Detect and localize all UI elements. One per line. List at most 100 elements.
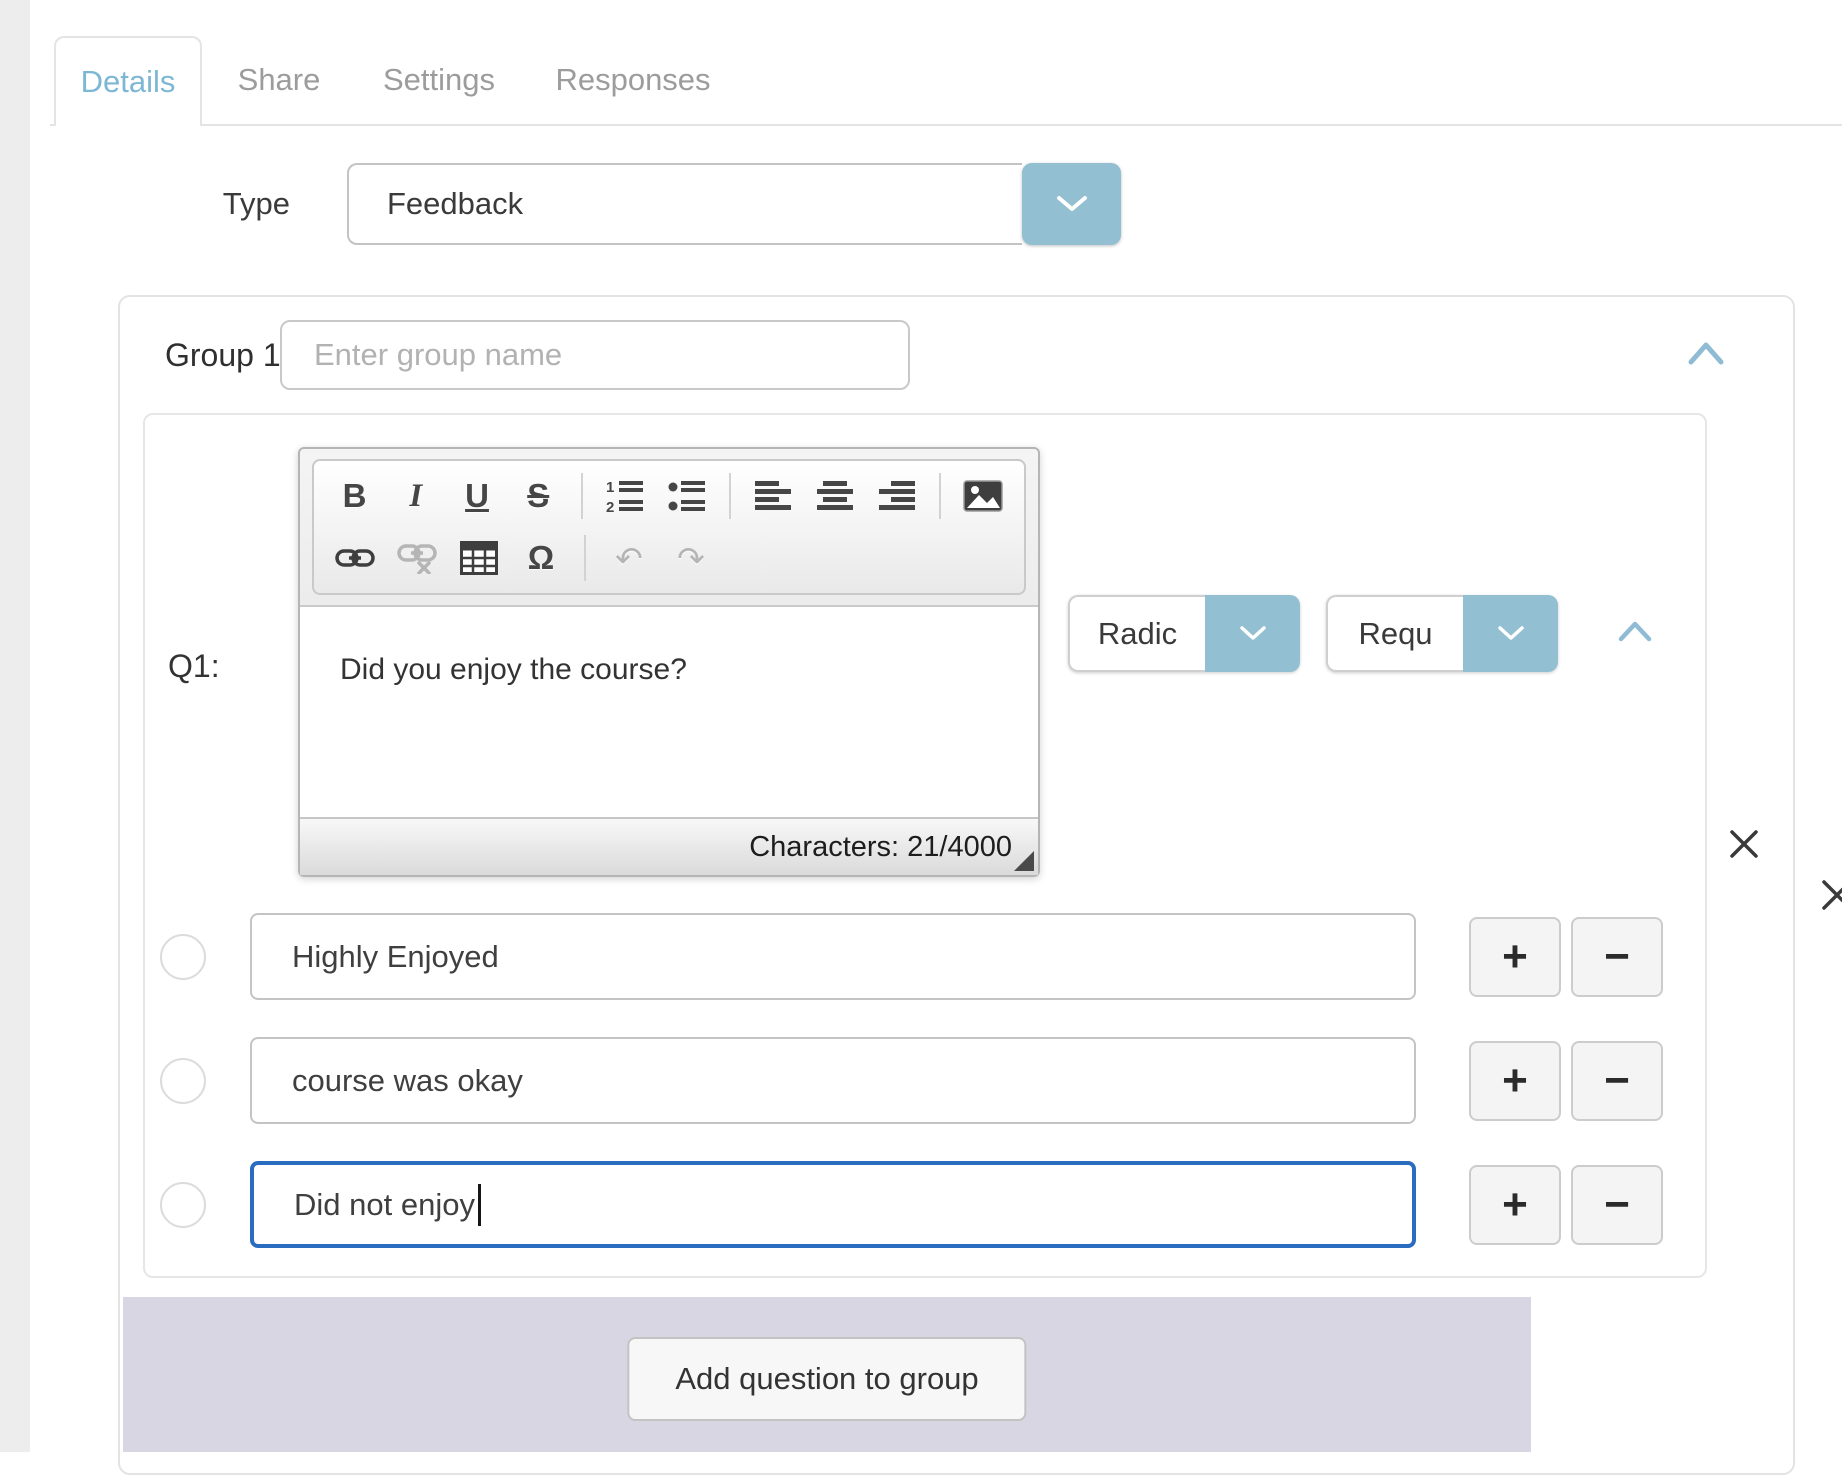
radio-button-icon[interactable] [160,934,206,980]
align-center-icon [816,480,854,512]
type-select-dropdown-button[interactable] [1022,163,1121,245]
add-question-to-group-button[interactable]: Add question to group [627,1337,1026,1421]
add-option-button[interactable]: + [1469,917,1561,997]
editor-toolbar: B I U S 1 2 [312,459,1026,595]
chevron-down-icon [1055,194,1089,214]
special-character-button[interactable]: Ω [514,530,568,586]
add-option-button[interactable]: + [1469,1041,1561,1121]
option-row: Highly Enjoyed + − [160,913,1680,1000]
question-type-value-box: Radic [1068,595,1205,672]
type-label: Type [120,163,290,245]
option-text-field[interactable]: course was okay [250,1037,1416,1124]
align-left-button[interactable] [747,468,800,524]
question-required-select[interactable]: Requ [1326,595,1558,672]
ordered-list-icon: 1 2 [605,479,645,513]
bullet-list-icon [667,479,707,513]
minus-icon: − [1604,1059,1630,1103]
redo-button[interactable]: ↷ [664,530,718,586]
unlink-button[interactable] [390,530,444,586]
omega-icon: Ω [528,539,554,577]
tab-bar: Details Share Settings Responses [50,0,1842,126]
option-text: Did not enjoy [294,1187,475,1223]
delete-group-button[interactable] [1820,878,1842,917]
tab-share[interactable]: Share [239,36,319,124]
underline-icon: U [465,477,489,515]
unlink-icon [397,542,437,574]
strikethrough-button[interactable]: S [512,468,565,524]
insert-table-button[interactable] [452,530,506,586]
add-question-bar: Add question to group [123,1297,1531,1452]
tab-details-label: Details [81,64,176,100]
group-name-input[interactable] [280,320,910,390]
question-required-dropdown-button[interactable] [1463,595,1558,672]
chevron-up-icon [1686,337,1726,371]
option-text-field[interactable]: Highly Enjoyed [250,913,1416,1000]
link-button[interactable] [328,530,382,586]
minus-icon: − [1604,1183,1630,1227]
bold-button[interactable]: B [328,468,381,524]
strikethrough-icon: S [527,477,549,515]
align-center-button[interactable] [808,468,861,524]
radio-button-icon[interactable] [160,1182,206,1228]
question-text-editor-area[interactable]: Did you enjoy the course? [300,605,1038,817]
tab-details[interactable]: Details [54,36,202,126]
type-select-value: Feedback [387,186,523,222]
undo-icon: ↶ [615,539,643,578]
chevron-up-icon [1617,617,1653,647]
ordered-list-button[interactable]: 1 2 [599,468,652,524]
group-label: Group 1 [165,320,281,390]
chevron-down-icon [1239,625,1267,642]
tab-settings[interactable]: Settings [384,36,494,124]
option-row: course was okay + − [160,1037,1680,1124]
toolbar-row-1: B I U S 1 2 [328,465,1010,527]
underline-button[interactable]: U [450,468,503,524]
link-icon [335,544,375,572]
svg-text:1: 1 [606,479,614,496]
minus-icon: − [1604,935,1630,979]
option-text-field[interactable]: Did not enjoy [250,1161,1416,1248]
align-right-icon [877,480,915,512]
close-icon [1820,878,1842,912]
option-text: Highly Enjoyed [292,939,499,975]
group-collapse-button[interactable] [1686,337,1726,376]
delete-question-button[interactable] [1729,829,1759,864]
svg-text:2: 2 [606,499,614,513]
image-icon [963,480,1003,512]
plus-icon: + [1502,935,1528,979]
question-text: Did you enjoy the course? [340,653,687,686]
italic-button[interactable]: I [389,468,442,524]
bullet-list-button[interactable] [660,468,713,524]
toolbar-separator [729,473,731,519]
question-type-dropdown-button[interactable] [1205,595,1300,672]
rich-text-editor: B I U S 1 2 [298,447,1040,877]
text-cursor [478,1184,481,1226]
undo-button[interactable]: ↶ [602,530,656,586]
toolbar-separator [939,473,941,519]
remove-option-button[interactable]: − [1571,1165,1663,1245]
option-text: course was okay [292,1063,523,1099]
question-label: Q1: [168,648,220,685]
question-required-value: Requ [1358,616,1432,652]
insert-image-button[interactable] [957,468,1010,524]
align-left-icon [755,480,793,512]
remove-option-button[interactable]: − [1571,1041,1663,1121]
question-required-value-box: Requ [1326,595,1463,672]
type-select-value-box: Feedback [347,163,1022,245]
bold-icon: B [343,477,367,515]
align-right-button[interactable] [870,468,923,524]
tab-settings-label: Settings [383,62,495,98]
italic-icon: I [409,478,422,515]
table-icon [460,541,498,575]
question-collapse-button[interactable] [1617,617,1653,652]
character-counter: Characters: 21/4000 [749,831,1012,864]
add-option-button[interactable]: + [1469,1165,1561,1245]
radio-button-icon[interactable] [160,1058,206,1104]
type-select[interactable]: Feedback [347,163,1121,245]
question-type-select[interactable]: Radic [1068,595,1300,672]
remove-option-button[interactable]: − [1571,917,1663,997]
option-row: Did not enjoy + − [160,1161,1680,1248]
left-gutter [0,0,30,1452]
plus-icon: + [1502,1059,1528,1103]
resize-grip-icon[interactable] [1014,851,1034,871]
tab-responses[interactable]: Responses [559,36,707,124]
